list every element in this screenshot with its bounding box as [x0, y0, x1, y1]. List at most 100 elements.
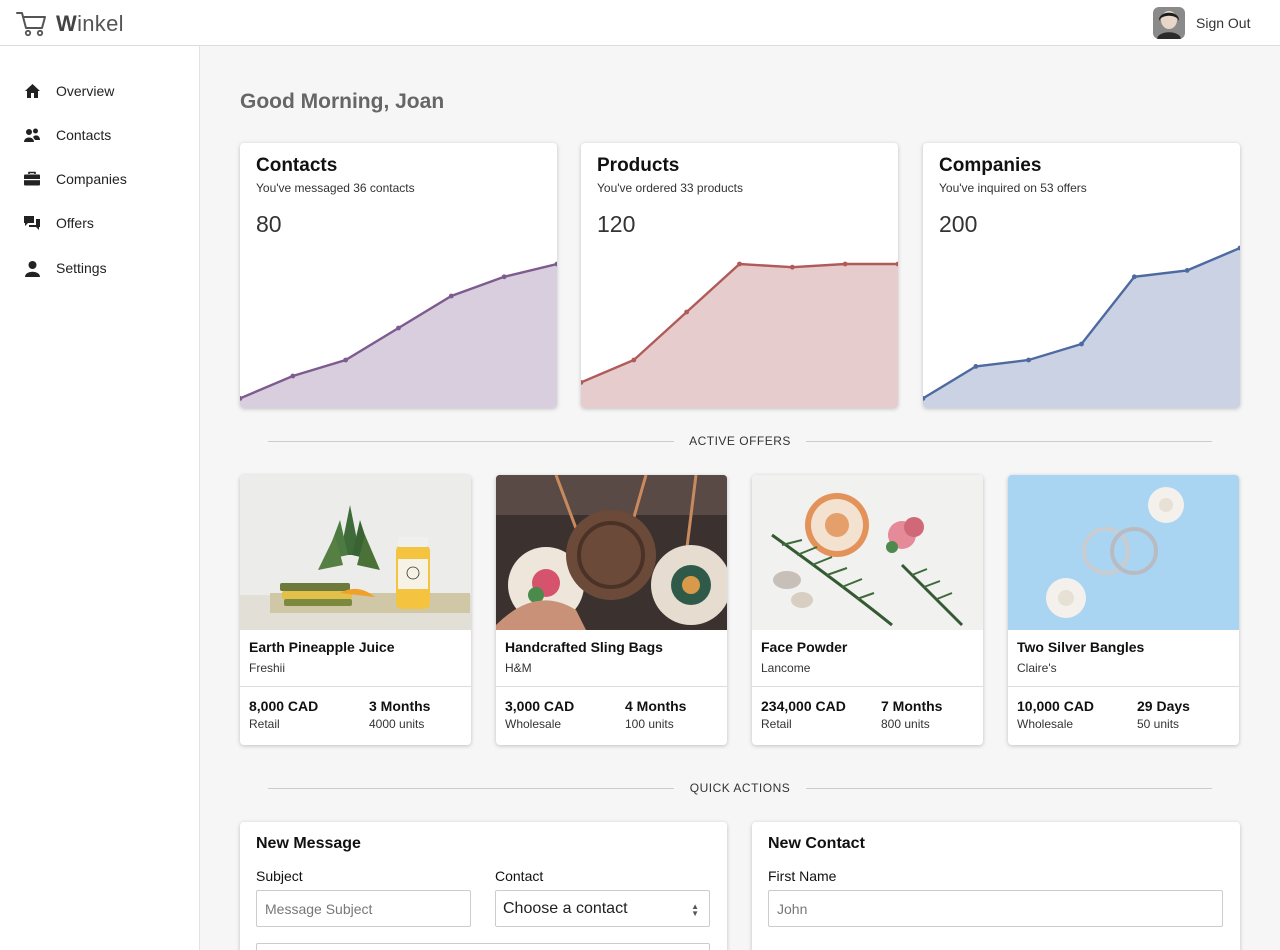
chart-point: [842, 261, 848, 267]
stat-value: 80: [256, 211, 282, 237]
offer-units: 4000 units: [369, 717, 425, 731]
section-divider-quick-actions: QUICK ACTIONS: [268, 781, 1212, 795]
stat-title: Companies: [939, 155, 1042, 176]
face-powder-image: [752, 475, 983, 630]
offer-duration: 29 Days: [1137, 698, 1190, 714]
offer-price: 8,000 CAD: [249, 698, 319, 714]
stat-subtitle: You've ordered 33 products: [597, 181, 743, 195]
cart-icon: [16, 12, 46, 37]
contact-label: Contact: [495, 868, 544, 884]
sling-bags-image: [496, 475, 727, 630]
user-photo-icon: [1153, 7, 1185, 39]
card-title: New Message: [256, 835, 361, 852]
stat-subtitle: You've messaged 36 contacts: [256, 181, 415, 195]
chart-point: [396, 325, 401, 331]
stat-card-companies[interactable]: Companies You've inquired on 53 offers 2…: [923, 143, 1240, 408]
home-icon: [23, 82, 41, 100]
offer-type: Wholesale: [1017, 717, 1074, 731]
chart-point: [631, 357, 637, 363]
stat-title: Products: [597, 155, 680, 176]
user-icon: [23, 259, 41, 277]
offer-price: 234,000 CAD: [761, 698, 846, 714]
avatar[interactable]: [1153, 7, 1185, 39]
offer-brand: Freshii: [249, 661, 286, 675]
sidebar: Overview Contacts Companies Offers Setti…: [0, 46, 200, 950]
offer-price: 3,000 CAD: [505, 698, 575, 714]
sidebar-item-contacts[interactable]: Contacts: [23, 126, 111, 144]
first-name-label: First Name: [768, 868, 837, 884]
offer-duration: 4 Months: [625, 698, 687, 714]
sidebar-item-label: Contacts: [56, 127, 112, 143]
contact-select[interactable]: Choose a contact ▲ ▼: [495, 890, 710, 927]
sidebar-item-overview[interactable]: Overview: [23, 82, 114, 100]
sidebar-item-label: Companies: [56, 171, 127, 187]
sidebar-item-label: Overview: [56, 83, 115, 99]
stat-card-products[interactable]: Products You've ordered 33 products 120: [581, 143, 898, 408]
stat-value: 120: [597, 211, 636, 237]
brand-name: Winkel: [56, 11, 124, 36]
contact-select-value: Choose a contact: [503, 899, 628, 917]
offer-title: Handcrafted Sling Bags: [505, 639, 663, 655]
stat-value: 200: [939, 211, 978, 237]
chart-point: [1079, 341, 1084, 347]
chart-point: [1131, 274, 1137, 280]
sidebar-item-offers[interactable]: Offers: [23, 214, 94, 232]
offer-brand: H&M: [505, 661, 532, 675]
subject-label: Subject: [256, 868, 303, 884]
section-heading: ACTIVE OFFERS: [689, 434, 791, 448]
offer-title: Two Silver Bangles: [1017, 639, 1145, 655]
chart-point: [737, 261, 742, 267]
sidebar-item-label: Settings: [56, 260, 107, 276]
message-subject-input[interactable]: [256, 890, 471, 927]
offer-type: Retail: [761, 717, 792, 731]
chart-point: [973, 364, 979, 369]
top-bar: Winkel Sign Out: [0, 0, 1280, 46]
section-divider-active-offers: ACTIVE OFFERS: [268, 434, 1212, 448]
chart-area: [581, 264, 898, 408]
page-title: Good Morning, Joan: [240, 90, 445, 113]
offer-units: 100 units: [625, 717, 674, 731]
offer-type: Wholesale: [505, 717, 562, 731]
offer-card[interactable]: Face Powder Lancome 234,000 CAD Retail 7…: [752, 475, 983, 745]
chart-point: [1184, 268, 1190, 273]
chart-area: [240, 264, 557, 408]
new-contact-card: New Contact First Name: [752, 822, 1240, 950]
section-heading: QUICK ACTIONS: [689, 781, 791, 795]
chart-point: [789, 264, 795, 270]
pineapple-juice-image: [240, 475, 471, 630]
offer-title: Face Powder: [761, 639, 848, 655]
offer-duration: 7 Months: [881, 698, 943, 714]
first-name-input[interactable]: [768, 890, 1223, 927]
chart-point: [448, 293, 454, 299]
offer-units: 800 units: [881, 717, 930, 731]
chart-point: [343, 357, 349, 363]
sidebar-item-label: Offers: [56, 215, 94, 231]
offer-type: Retail: [249, 717, 280, 731]
chart-point: [684, 309, 690, 315]
stat-card-contacts[interactable]: Contacts You've messaged 36 contacts 80: [240, 143, 557, 408]
offer-price: 10,000 CAD: [1017, 698, 1095, 714]
new-message-card: New Message Subject Contact Choose a con…: [240, 822, 727, 950]
silver-bangles-image: [1008, 475, 1239, 630]
sidebar-item-companies[interactable]: Companies: [23, 170, 127, 188]
chart-area: [923, 248, 1240, 408]
stat-subtitle: You've inquired on 53 offers: [939, 181, 1087, 195]
chart-point: [501, 274, 507, 280]
briefcase-icon: [23, 170, 41, 188]
offer-card[interactable]: Handcrafted Sling Bags H&M 3,000 CAD Who…: [496, 475, 727, 745]
offer-duration: 3 Months: [369, 698, 431, 714]
sidebar-item-settings[interactable]: Settings: [23, 259, 107, 277]
offer-brand: Claire's: [1017, 661, 1057, 675]
sign-out-button[interactable]: Sign Out: [1196, 15, 1250, 31]
offer-card[interactable]: Two Silver Bangles Claire's 10,000 CAD W…: [1008, 475, 1239, 745]
chart-point: [290, 373, 296, 379]
stat-title: Contacts: [256, 155, 338, 176]
chat-icon: [23, 214, 41, 232]
card-title: New Contact: [768, 835, 865, 852]
brand-logo[interactable]: Winkel: [16, 11, 124, 37]
offer-units: 50 units: [1137, 717, 1180, 731]
chart-point: [1026, 357, 1032, 363]
select-arrows-icon: ▲ ▼: [691, 902, 699, 918]
message-body-input[interactable]: [256, 943, 710, 950]
offer-card[interactable]: Earth Pineapple Juice Freshii 8,000 CAD …: [240, 475, 471, 745]
